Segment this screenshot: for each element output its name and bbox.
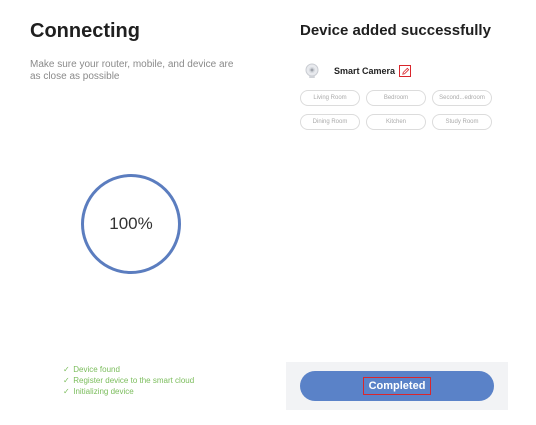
connecting-instructions: Make sure your router, mobile, and devic…	[30, 59, 234, 82]
completed-button[interactable]: Completed	[300, 371, 494, 401]
connecting-title: Connecting	[30, 20, 140, 42]
progress-ring: 100%	[81, 174, 181, 274]
step-register-cloud: ✓ Register device to the smart cloud	[63, 375, 194, 386]
connection-steps: ✓ Device found ✓ Register device to the …	[63, 364, 194, 397]
camera-icon	[304, 63, 320, 79]
step-initializing: ✓ Initializing device	[63, 386, 194, 397]
room-chip-bedroom[interactable]: Bedroom	[366, 90, 426, 106]
step-label: Initializing device	[73, 387, 134, 396]
step-label: Register device to the smart cloud	[73, 376, 195, 385]
device-row: Smart Camera	[304, 63, 412, 79]
device-added-title: Device added successfully	[300, 22, 491, 39]
room-chip-kitchen[interactable]: Kitchen	[366, 114, 426, 130]
progress-percentage: 100%	[109, 214, 153, 233]
edit-name-button[interactable]	[399, 65, 412, 77]
room-chip-study-room[interactable]: Study Room	[432, 114, 492, 130]
device-added-screen: Device added successfully Smart Camera L…	[286, 0, 508, 425]
completed-label: Completed	[362, 377, 432, 395]
device-name: Smart Camera	[334, 66, 396, 76]
room-chip-living-room[interactable]: Living Room	[300, 90, 360, 106]
step-label: Device found	[73, 365, 120, 374]
check-icon: ✓	[63, 387, 70, 396]
check-icon: ✓	[63, 376, 70, 385]
check-icon: ✓	[63, 365, 70, 374]
room-chip-second-bedroom[interactable]: Second...edroom	[432, 90, 492, 106]
step-device-found: ✓ Device found	[63, 364, 194, 375]
room-chip-dining-room[interactable]: Dining Room	[300, 114, 360, 130]
connecting-screen: Connecting Make sure your router, mobile…	[0, 0, 268, 425]
pencil-icon	[401, 67, 409, 75]
